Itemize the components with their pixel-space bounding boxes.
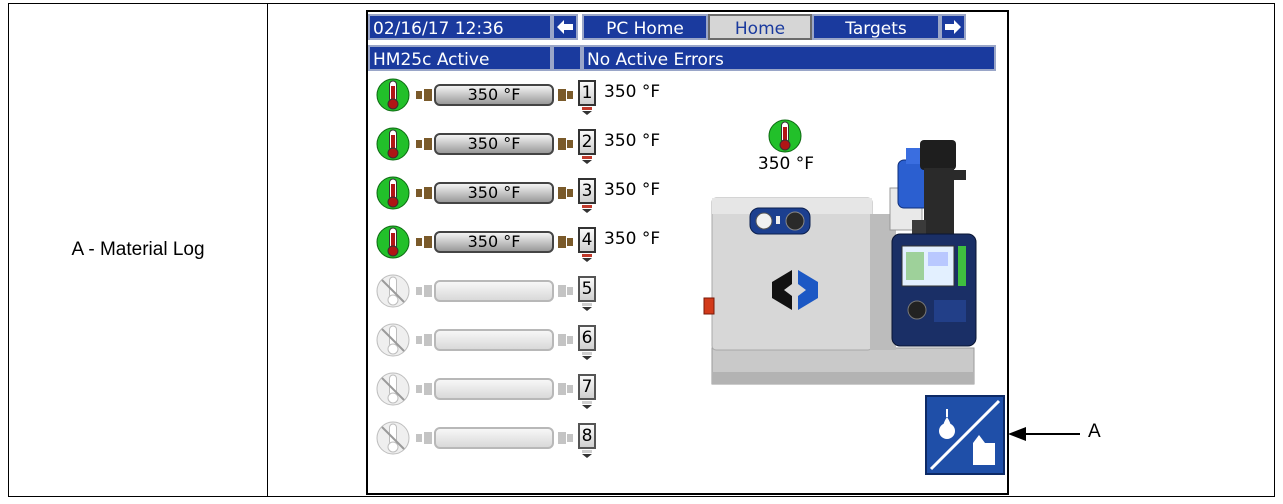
zone-indicator-icon [582,303,592,311]
hose-zone-row[interactable]: 350 °F 1 350 °F [372,74,682,118]
hose-connector-icon [416,236,432,248]
hose-zone-number: 7 [578,374,596,400]
hose-zone-row[interactable]: 5 [372,270,682,314]
hose-setpoint: 350 °F [434,231,554,253]
hose-actual-temperature: 350 °F [604,180,661,200]
hose-actual-temperature: 350 °F [604,82,661,102]
zone-indicator-icon [582,352,592,360]
zone-disabled-gauge-icon [376,372,410,406]
zone-temperature-gauge-icon [376,78,410,112]
status-bar: HM25c Active No Active Errors [368,43,996,73]
hose-connector-icon [416,285,432,297]
material-log-button[interactable] [925,395,1005,475]
hose-connector-icon [558,89,573,101]
zone-indicator-icon [582,450,592,458]
hose-zone-number: 4 [578,227,596,253]
hose-zone-row[interactable]: 350 °F 2 350 °F [372,123,682,167]
status-indicator [552,45,582,71]
hose-zone-row[interactable]: 350 °F 4 350 °F [372,221,682,265]
legend-label: A - Material Log [71,239,205,260]
top-nav-bar: 02/16/17 12:36 PC Home Home Targets [368,12,966,42]
hose-zone-row[interactable]: 7 [372,368,682,412]
hose-connector-icon [416,187,432,199]
error-status: No Active Errors [582,45,996,71]
hose-setpoint: 350 °F [434,182,554,204]
zone-temperature-gauge-icon [376,225,410,259]
material-log-icon [929,399,1001,471]
hose-connector-icon [558,334,573,346]
nav-left-button[interactable] [552,14,578,40]
zone-disabled-gauge-icon [376,421,410,455]
hose-zone-number: 2 [578,129,596,155]
arrow-left-icon [557,20,573,34]
zone-temperature-gauge-icon [376,127,410,161]
hose-zone-number: 6 [578,325,596,351]
zone-indicator-icon [582,401,592,409]
tab-pc-home[interactable]: PC Home [582,14,708,40]
hose-zone-number: 8 [578,423,596,449]
hose-connector-icon [558,138,573,150]
hose-connector-icon [416,334,432,346]
hose-setpoint: 350 °F [434,84,554,106]
hose-setpoint [434,378,554,400]
zone-indicator-icon [582,107,592,115]
zone-disabled-gauge-icon [376,274,410,308]
hose-connector-icon [416,432,432,444]
tab-home[interactable]: Home [708,14,812,40]
hose-setpoint [434,280,554,302]
hose-setpoint [434,427,554,449]
hose-connector-icon [416,89,432,101]
hose-zone-number: 1 [578,80,596,106]
hose-setpoint [434,329,554,351]
system-status: HM25c Active [368,45,552,71]
zone-indicator-icon [582,254,592,262]
hose-zone-number: 3 [578,178,596,204]
hose-connector-icon [558,187,573,199]
melter-unit-image [703,140,977,385]
tab-targets[interactable]: Targets [812,14,940,40]
zone-indicator-icon [582,205,592,213]
hose-actual-temperature: 350 °F [604,229,661,249]
zone-indicator-icon [582,156,592,164]
hose-connector-icon [416,138,432,150]
zone-disabled-gauge-icon [376,323,410,357]
hose-connector-icon [558,236,573,248]
hose-actual-temperature: 350 °F [604,131,661,151]
hose-zone-row[interactable]: 8 [372,417,682,461]
hmi-screen: 02/16/17 12:36 PC Home Home Targets HM25… [366,10,1009,495]
hose-connector-icon [416,383,432,395]
hose-setpoint: 350 °F [434,133,554,155]
column-divider [267,4,268,496]
arrow-right-icon [945,20,961,34]
nav-right-button[interactable] [940,14,966,40]
hose-connector-icon [558,432,573,444]
zone-temperature-gauge-icon [376,176,410,210]
hose-connector-icon [558,383,573,395]
hose-zone-number: 5 [578,276,596,302]
callout-label: A [1088,421,1101,442]
hose-zone-row[interactable]: 350 °F 3 350 °F [372,172,682,216]
datetime-display: 02/16/17 12:36 [368,14,552,40]
hose-connector-icon [558,285,573,297]
callout-arrow [1008,427,1080,441]
hose-zone-row[interactable]: 6 [372,319,682,363]
